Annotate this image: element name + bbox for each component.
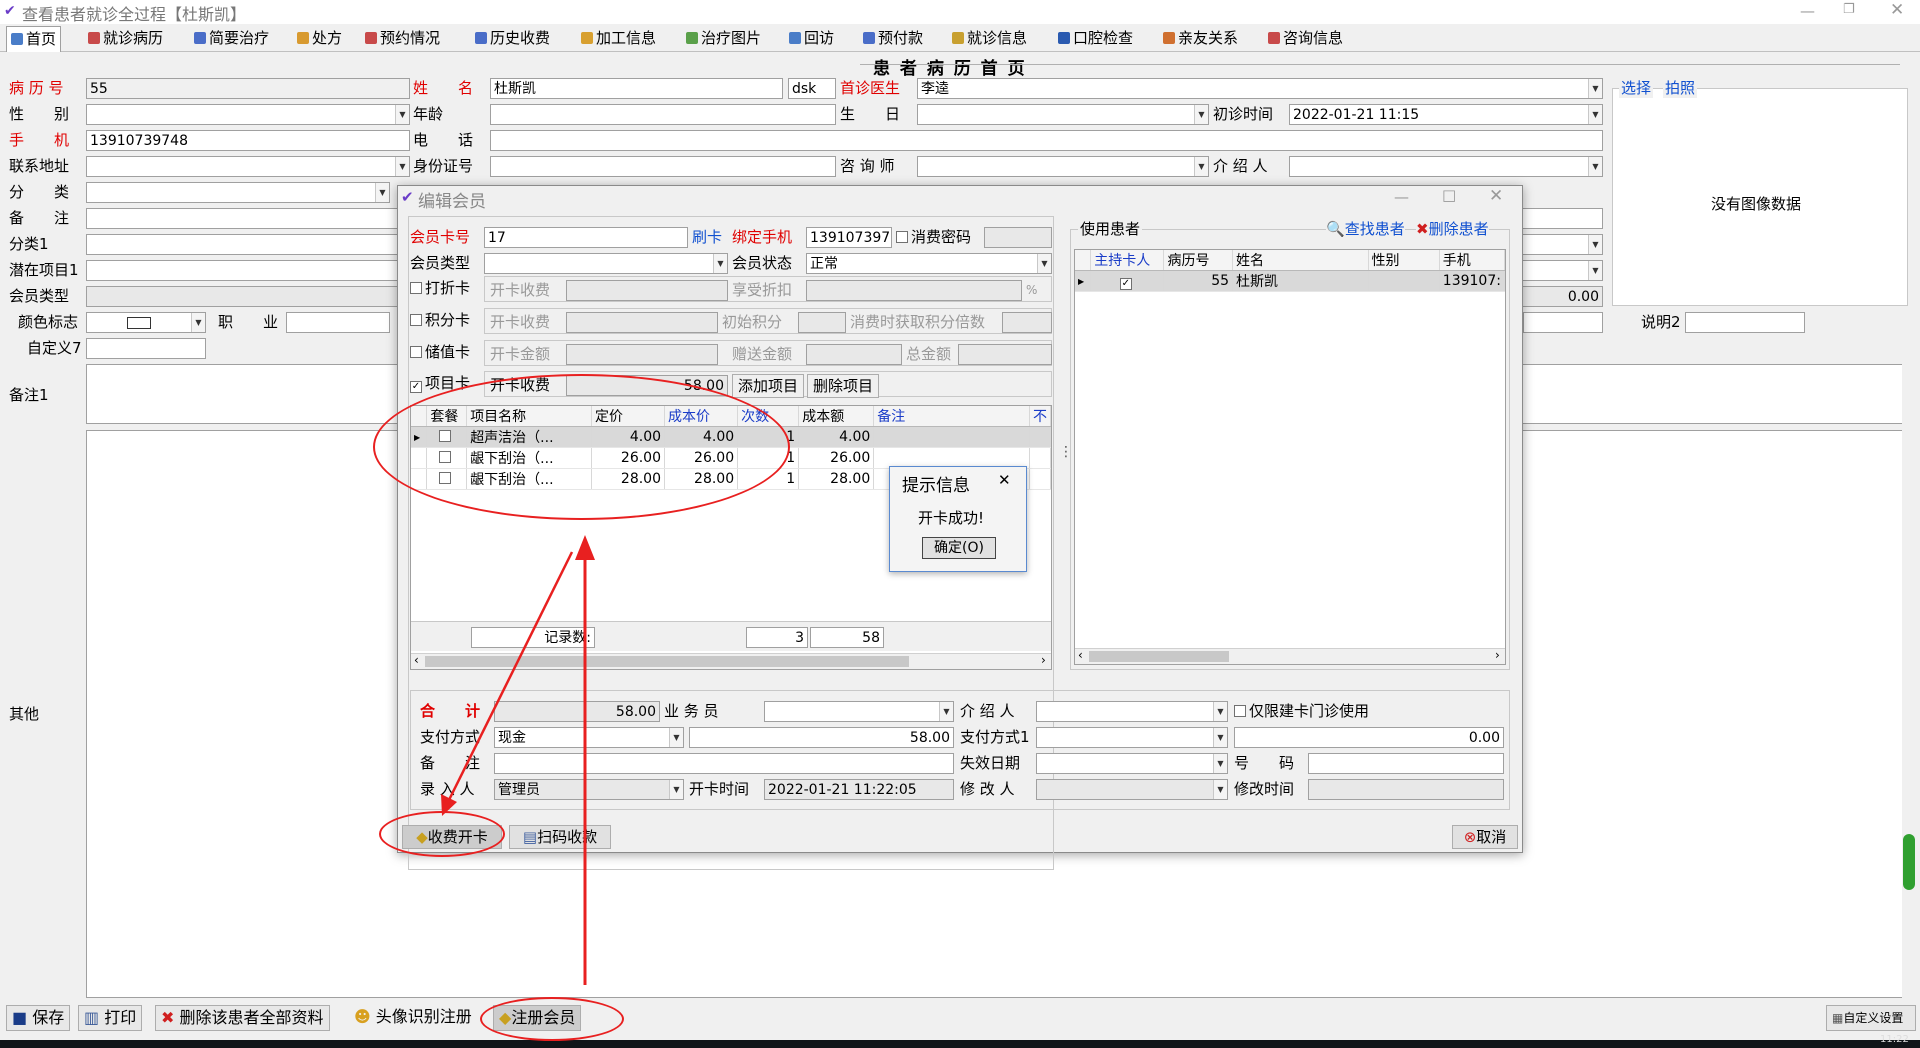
annotation-arrow-diag (446, 551, 574, 803)
annotation-arrowhead-up (575, 535, 595, 560)
annotation-arrows (441, 535, 595, 985)
